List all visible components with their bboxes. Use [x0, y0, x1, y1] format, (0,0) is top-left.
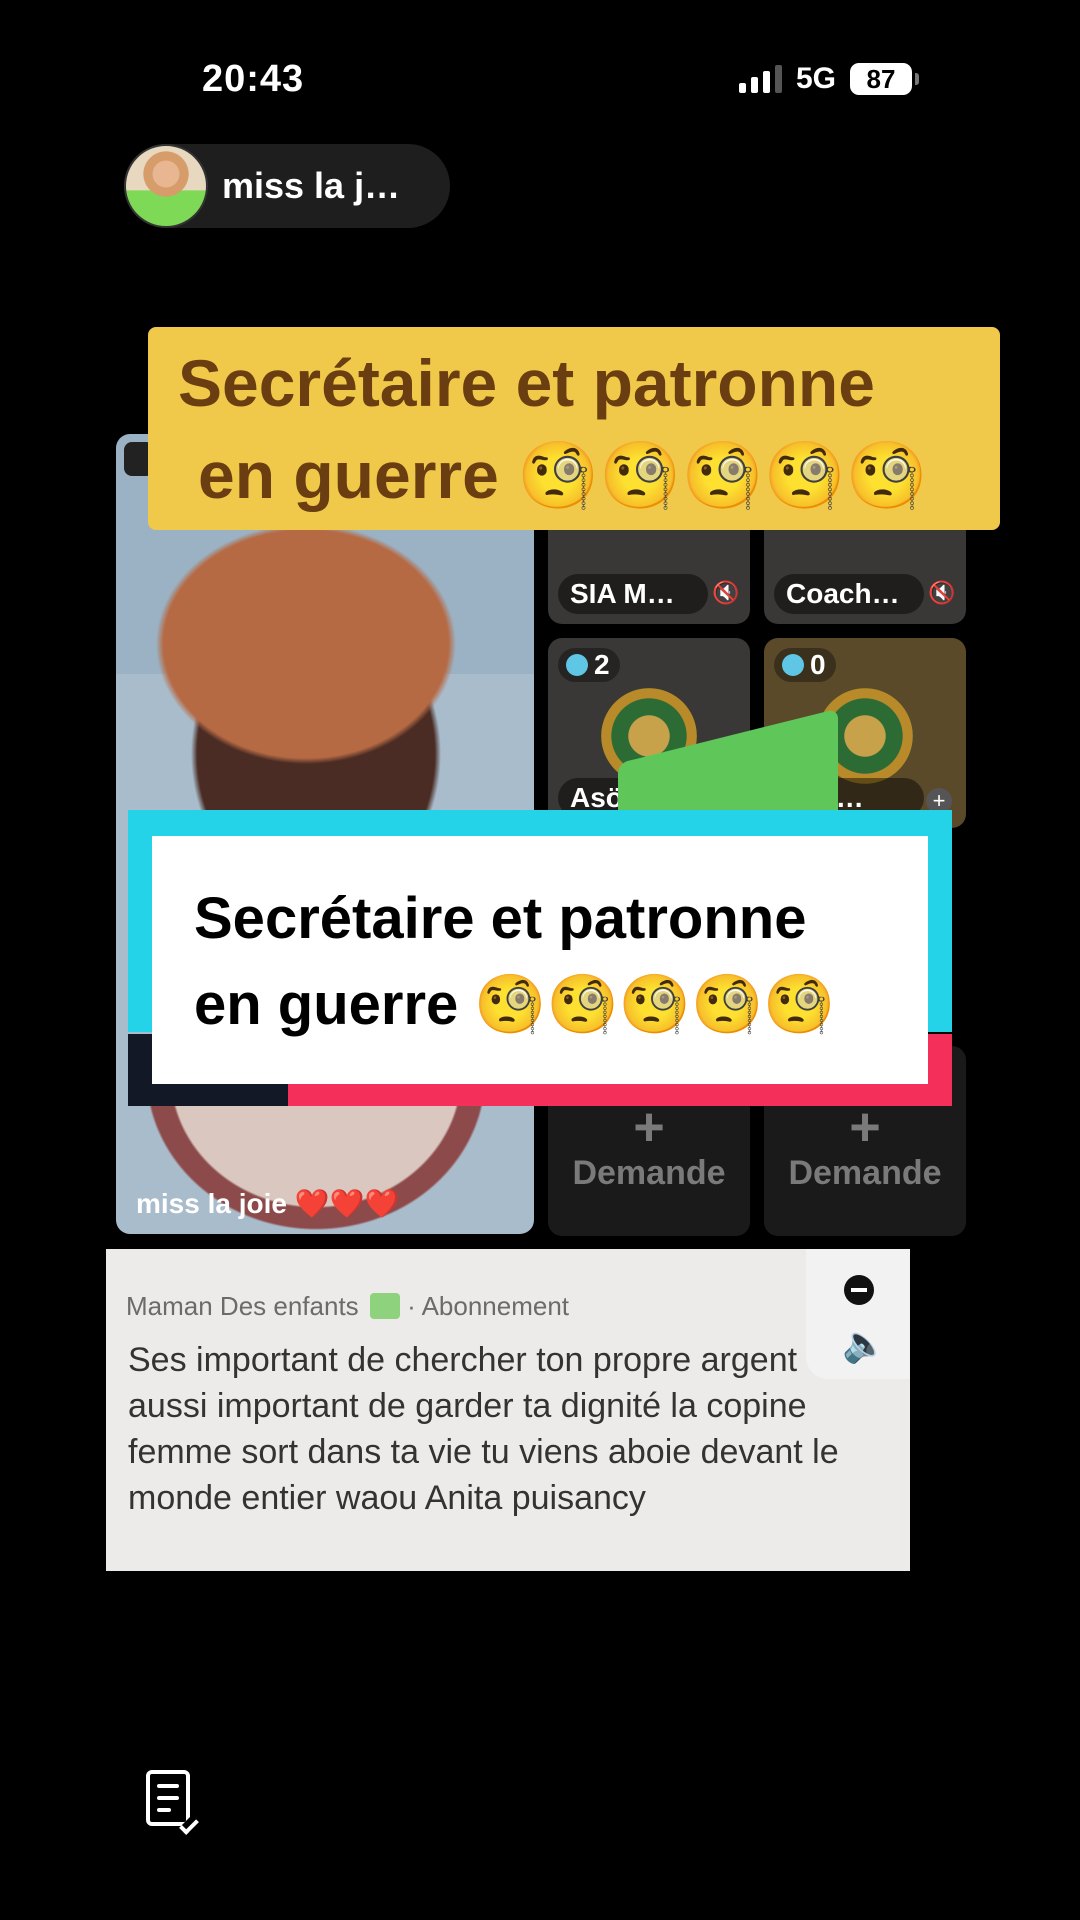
gem-icon — [566, 654, 588, 676]
main-video-name: miss la joie ❤️❤️❤️ — [136, 1188, 400, 1219]
gift-count-badge: 2 — [558, 648, 620, 682]
guest-name: SIA M… — [558, 574, 708, 614]
gift-count: 0 — [810, 649, 826, 680]
main-caption-line2: en guerre 🧐🧐🧐🧐🧐 — [194, 972, 836, 1037]
gem-icon — [782, 654, 804, 676]
top-caption-line1: Secrétaire et patronne — [178, 346, 875, 420]
minus-icon — [844, 1275, 874, 1305]
gift-count-badge: 0 — [774, 648, 836, 682]
comment-author: Maman Des enfants — [126, 1291, 359, 1321]
comment-meta-suffix: · Abonnement — [407, 1291, 570, 1321]
comment-meta: Maman Des enfants · Abonnement — [126, 1291, 569, 1322]
main-caption: Secrétaire et patronne en guerre 🧐🧐🧐🧐🧐 — [152, 836, 928, 1084]
signal-icon — [738, 65, 782, 93]
top-caption-line2: en guerre 🧐🧐🧐🧐🧐 — [198, 438, 928, 512]
mute-icon: 🔇 — [712, 580, 740, 605]
request-label: Demande — [572, 1154, 726, 1192]
main-caption-line1: Secrétaire et patronne — [194, 886, 807, 951]
comment-controls: 🔈 — [806, 1249, 910, 1379]
battery-icon: 87 — [850, 63, 919, 95]
top-caption: Secrétaire et patronne en guerre 🧐🧐🧐🧐🧐 — [148, 327, 1000, 530]
speaker-icon: 🔈 — [842, 1323, 887, 1364]
network-type: 5G — [795, 62, 836, 95]
status-indicators: 5G 87 — [738, 62, 919, 96]
request-label: Demande — [788, 1154, 942, 1192]
guest-name: Coach… — [774, 574, 924, 614]
host-name: miss la j… — [222, 165, 401, 206]
verified-check-icon — [369, 1293, 400, 1319]
comment-screenshot: Maman Des enfants · Abonnement Ses impor… — [106, 1249, 910, 1571]
gift-count: 2 — [594, 649, 610, 680]
mute-icon: 🔇 — [928, 580, 956, 605]
avatar[interactable] — [124, 144, 208, 228]
comment-text: Ses important de chercher ton propre arg… — [128, 1341, 898, 1517]
host-profile-pill[interactable]: miss la j… — [124, 144, 450, 228]
document-check-icon[interactable] — [146, 1770, 199, 1835]
battery-level: 87 — [866, 64, 896, 94]
status-time: 20:43 — [202, 58, 305, 100]
